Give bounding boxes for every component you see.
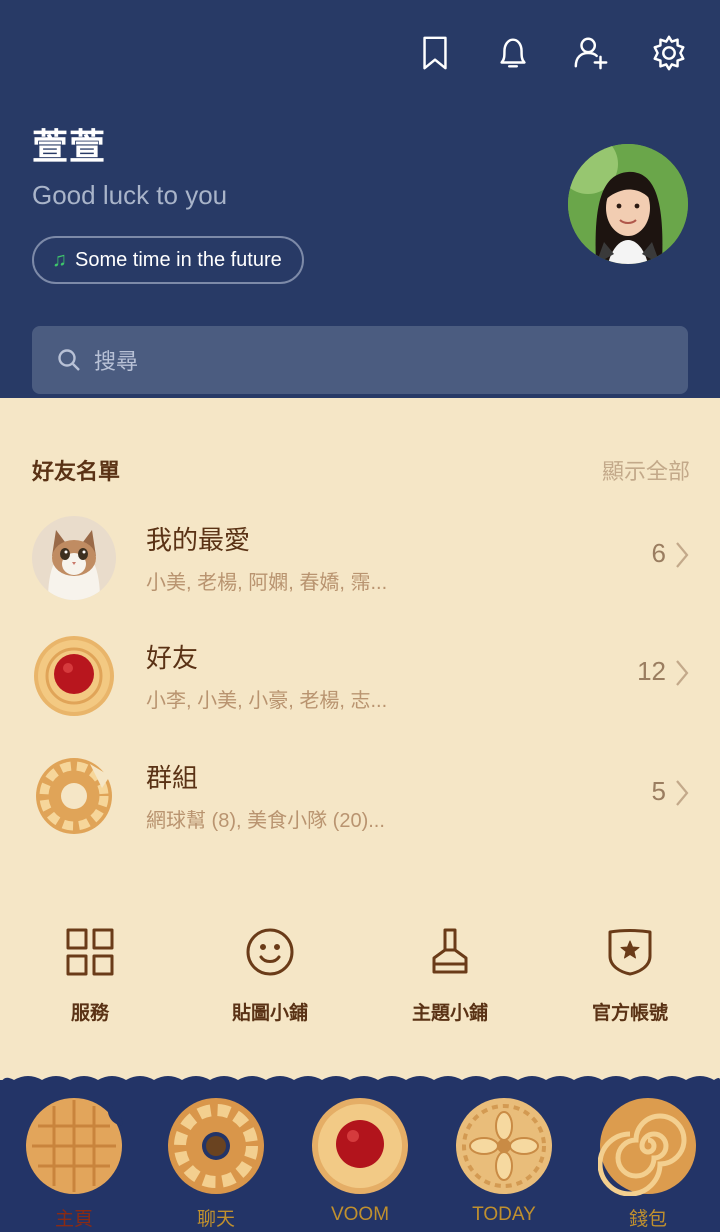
theme-shop-button[interactable]: 主題小鋪 [360, 926, 540, 1025]
brush-icon [424, 926, 476, 978]
profile-music-button[interactable]: ♫ Some time in the future [32, 236, 304, 284]
cat-thumbnail [32, 516, 116, 600]
nav-tab-today[interactable]: TODAY [432, 1096, 576, 1232]
flower-cookie-icon [454, 1096, 554, 1196]
profile-header: 萱萱 Good luck to you ♫ Some time in the f… [0, 0, 720, 398]
gear-icon[interactable] [648, 30, 690, 76]
friend-row-title: 好友 [146, 644, 199, 674]
nav-tab-chat[interactable]: 聊天 [144, 1096, 288, 1232]
nav-label: VOOM [330, 1204, 390, 1225]
friend-row-members: 網球幫 (8), 美食小隊 (20)... [146, 810, 385, 832]
nav-label: 聊天 [196, 1209, 235, 1230]
friend-row-title: 群組 [146, 764, 199, 794]
show-all-link[interactable]: 顯示全部 [602, 454, 690, 486]
profile-status-message[interactable]: Good luck to you [32, 180, 227, 211]
friend-row-count: 6 [651, 538, 666, 568]
add-friend-icon[interactable] [570, 30, 612, 76]
friend-row-groups[interactable]: 群組 網球幫 (8), 美食小隊 (20)... 5 [0, 754, 720, 864]
friend-row-members: 小美, 老楊, 阿嫻, 春嬌, 霈... [146, 572, 388, 594]
friend-row-title: 我的最愛 [146, 526, 251, 556]
sticker-shop-label: 貼圖小鋪 [231, 1002, 308, 1024]
top-toolbar [414, 30, 690, 76]
smiley-icon [244, 926, 296, 978]
friend-row-members: 小李, 小美, 小豪, 老楊, 志... [146, 690, 388, 712]
profile-avatar[interactable] [568, 144, 688, 264]
chevron-right-icon [674, 778, 690, 808]
grid-icon [64, 926, 116, 978]
nav-tab-voom[interactable]: VOOM [288, 1096, 432, 1232]
search-placeholder: 搜尋 [94, 350, 139, 375]
waffle-cookie-icon [24, 1096, 124, 1196]
official-accounts-button[interactable]: 官方帳號 [540, 926, 720, 1025]
official-accounts-label: 官方帳號 [591, 1002, 668, 1024]
profile-name[interactable]: 萱萱 [32, 118, 106, 170]
search-bar[interactable]: 搜尋 [32, 326, 688, 394]
music-note-icon: ♫ [52, 248, 67, 271]
friend-row-count: 5 [651, 776, 666, 806]
swirl-cookie-thumbnail [32, 754, 116, 838]
nav-label: 主頁 [54, 1209, 93, 1230]
profile-music-label: Some time in the future [75, 248, 282, 271]
bell-icon[interactable] [492, 30, 534, 76]
bookmark-icon[interactable] [414, 30, 456, 76]
quick-actions: 服務 貼圖小鋪 主題小鋪 官方帳號 [0, 926, 720, 1036]
shield-star-icon [604, 926, 656, 978]
services-label: 服務 [70, 1002, 109, 1024]
nav-tab-home[interactable]: 主頁 [2, 1096, 146, 1232]
sticker-shop-button[interactable]: 貼圖小鋪 [180, 926, 360, 1025]
search-icon [58, 349, 80, 371]
friend-row-favorites[interactable]: 我的最愛 小美, 老楊, 阿嫻, 春嬌, 霈... 6 [0, 516, 720, 626]
chevron-right-icon [674, 658, 690, 688]
jam-cookie-icon [310, 1096, 410, 1196]
nav-label: 錢包 [628, 1209, 667, 1230]
services-button[interactable]: 服務 [0, 926, 180, 1025]
jam-cookie-thumbnail [32, 634, 116, 718]
friend-row-count: 12 [637, 656, 666, 686]
theme-shop-label: 主題小鋪 [411, 1002, 488, 1024]
swirl-cookie-icon [166, 1096, 266, 1196]
chevron-right-icon [674, 540, 690, 570]
nav-label: TODAY [472, 1204, 536, 1225]
nav-tab-wallet[interactable]: 錢包 [576, 1096, 720, 1232]
friend-row-friends[interactable]: 好友 小李, 小美, 小豪, 老楊, 志... 12 [0, 634, 720, 744]
spiral-cookie-icon [597, 1096, 698, 1197]
friends-section-title: 好友名單 [32, 460, 121, 485]
